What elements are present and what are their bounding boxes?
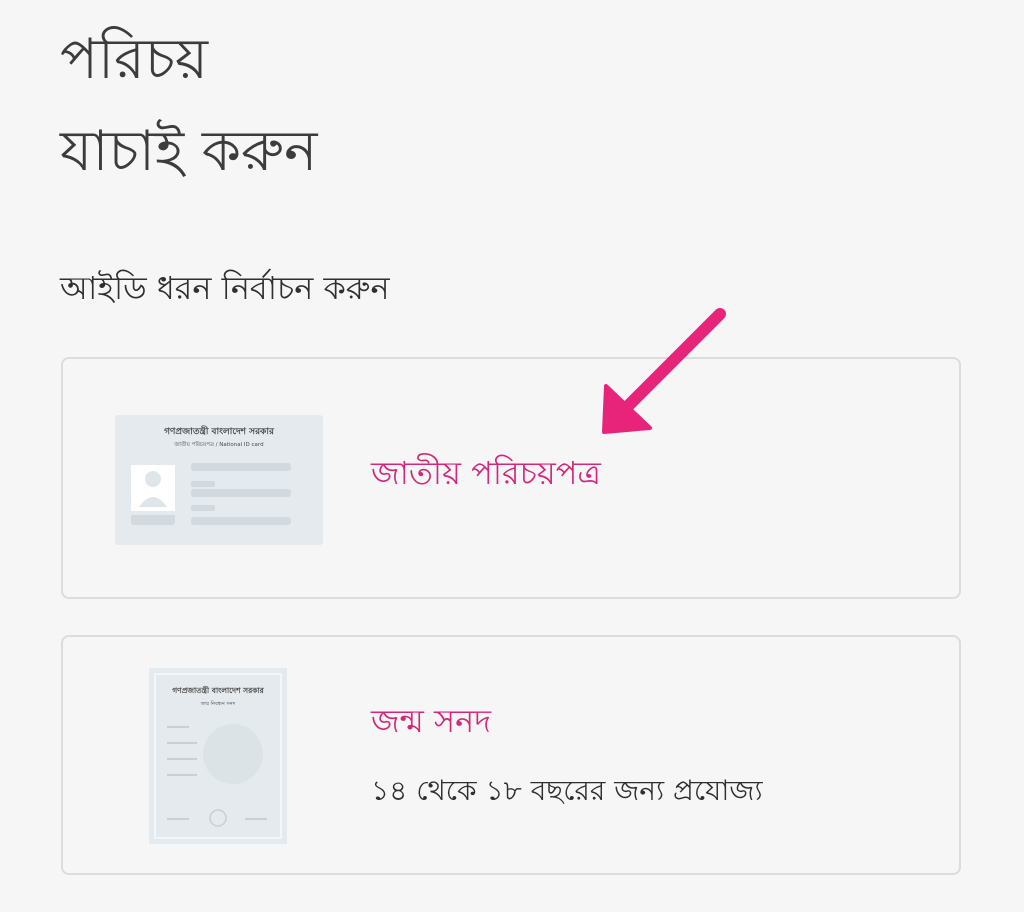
select-id-type-label: আইডি ধরন নির্বাচন করুন <box>60 269 390 307</box>
national-id-label: জাতীয় পরিচয়পত্র <box>371 454 601 492</box>
birth-certificate-icon: গণপ্রজাতন্ত্রী বাংলাদেশ সরকার জন্ম নিবন্… <box>149 668 287 844</box>
birth-thumbnail-subheading: জন্ম নিবন্ধন সনদ <box>200 701 236 707</box>
birth-certificate-age-note: ১৪ থেকে ১৮ বছরের জন্য প্রযোজ্য <box>371 774 763 807</box>
page-title-line-1: পরিচয় <box>60 27 209 92</box>
national-id-card-icon: গণপ্রজাতন্ত্রী বাংলাদেশ সরকার জাতীয় পরি… <box>115 415 323 545</box>
birth-certificate-option[interactable]: গণপ্রজাতন্ত্রী বাংলাদেশ সরকার জন্ম নিবন্… <box>61 635 961 875</box>
birth-certificate-label: জন্ম সনদ <box>371 702 492 740</box>
national-id-option[interactable]: গণপ্রজাতন্ত্রী বাংলাদেশ সরকার জাতীয় পরি… <box>61 357 961 599</box>
arrow-down-left-icon <box>590 300 740 440</box>
verify-identity-screen: পরিচয় যাচাই করুন আইডি ধরন নির্বাচন করুন… <box>0 0 1024 912</box>
nid-thumbnail-subheading: জাতীয় পরিচয়পত্র / National ID card <box>173 440 263 448</box>
birth-thumbnail-heading: গণপ্রজাতন্ত্রী বাংলাদেশ সরকার <box>172 684 264 695</box>
page-title: পরিচয় যাচাই করুন <box>60 14 317 198</box>
page-title-line-2: যাচাই করুন <box>60 119 318 184</box>
